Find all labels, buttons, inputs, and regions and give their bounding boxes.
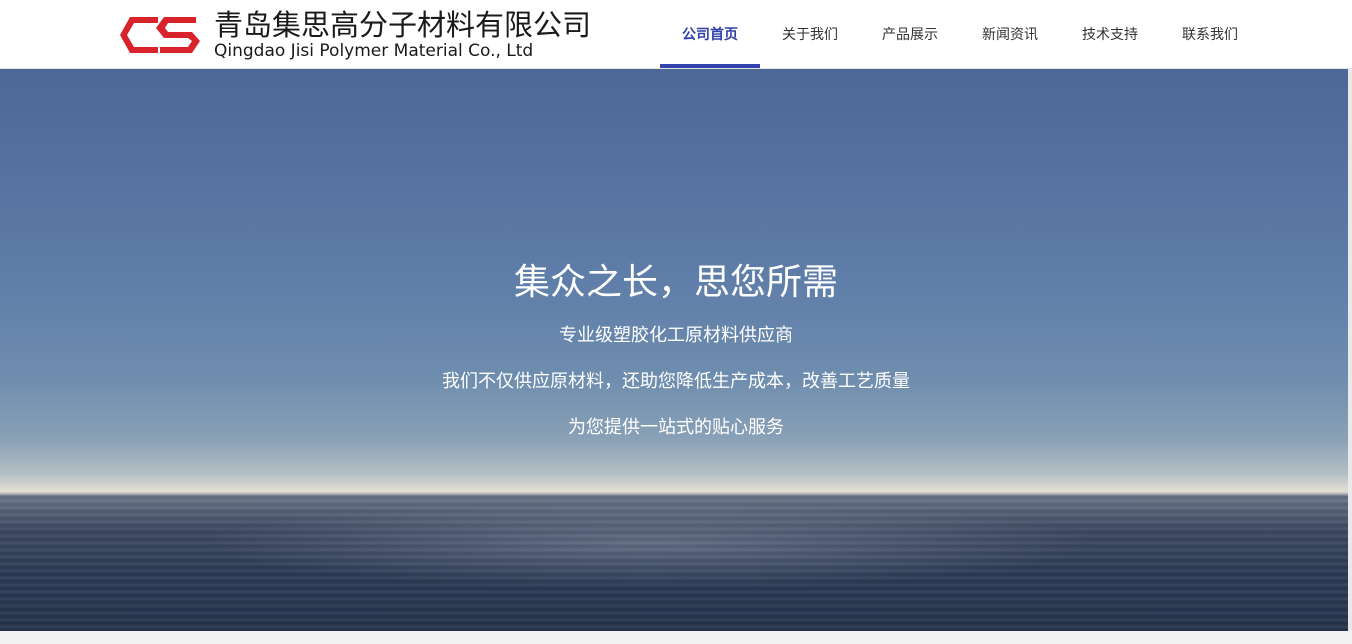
hero-banner: 集众之长，思您所需 专业级塑胶化工原材料供应商 我们不仅供应原材料，还助您降低生… [0,69,1352,631]
nav-item-support[interactable]: 技术支持 [1060,0,1160,68]
hero-subtitle-3: 为您提供一站式的贴心服务 [568,417,784,438]
hero-subtitle-2: 我们不仅供应原材料，还助您降低生产成本，改善工艺质量 [442,371,910,392]
company-name-cn: 青岛集思高分子材料有限公司 [214,7,592,42]
main-nav: 公司首页 关于我们 产品展示 新闻资讯 技术支持 联系我们 [660,0,1260,68]
logo-text: 青岛集思高分子材料有限公司 Qingdao Jisi Polymer Mater… [214,7,592,61]
nav-item-contact[interactable]: 联系我们 [1160,0,1260,68]
company-logo[interactable]: 青岛集思高分子材料有限公司 Qingdao Jisi Polymer Mater… [118,8,598,62]
nav-item-home[interactable]: 公司首页 [660,0,760,68]
page-bottom-strip [0,631,1352,644]
hero-title: 集众之长，思您所需 [513,262,838,303]
nav-item-news[interactable]: 新闻资讯 [960,0,1060,68]
js-monogram-icon [120,17,200,53]
company-name-en: Qingdao Jisi Polymer Material Co., Ltd [214,40,534,61]
nav-item-products[interactable]: 产品展示 [860,0,960,68]
site-header: 青岛集思高分子材料有限公司 Qingdao Jisi Polymer Mater… [0,0,1352,69]
sea-texture [0,493,1352,631]
hero-subtitle-1: 专业级塑胶化工原材料供应商 [559,325,793,346]
nav-item-about[interactable]: 关于我们 [760,0,860,68]
page-scrollbar[interactable] [1348,69,1352,631]
